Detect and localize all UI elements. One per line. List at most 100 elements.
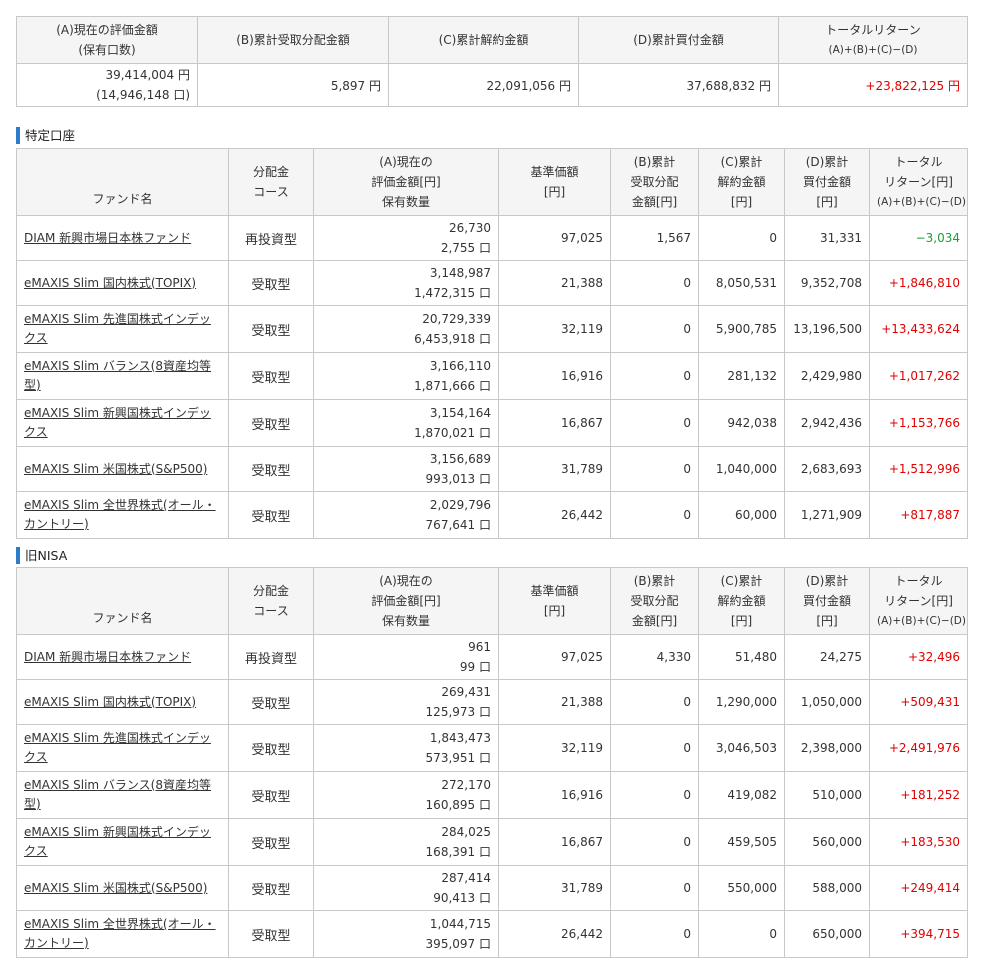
- valuation-amount: 961: [468, 640, 491, 654]
- distribution-course: 受取型: [228, 260, 314, 306]
- distribution-cell: 0: [610, 771, 699, 819]
- holding-units: 1,871,666 口: [414, 379, 491, 393]
- nav-cell: 16,916: [498, 352, 611, 400]
- total-return-cell: +1,153,766: [869, 399, 968, 447]
- total-return-cell: +181,252: [869, 771, 968, 819]
- fund-name-cell: eMAXIS Slim 先進国株式インデックス: [16, 724, 229, 772]
- total-return-cell: −3,034: [869, 215, 968, 261]
- fund-name-link[interactable]: eMAXIS Slim バランス(8資産均等型): [24, 357, 221, 395]
- distribution-cell: 1,567: [610, 215, 699, 261]
- header-fund-name: ファンド名: [16, 567, 229, 635]
- nav-cell: 16,867: [498, 818, 611, 866]
- purchase-cell: 510,000: [784, 771, 870, 819]
- table-row: eMAXIS Slim バランス(8資産均等型) 受取型 3,166,110 1,87…: [16, 352, 968, 400]
- table-row: eMAXIS Slim 国内株式(TOPIX) 受取型 269,431 125,973…: [16, 679, 968, 725]
- cancellation-cell: 5,900,785: [698, 305, 785, 353]
- fund-name-link[interactable]: eMAXIS Slim 新興国株式インデックス: [24, 823, 221, 861]
- header-cancellation: (C)累計 解約金額 [円]: [698, 148, 785, 216]
- nav-cell: 97,025: [498, 215, 611, 261]
- holding-units: 168,391 口: [425, 845, 491, 859]
- fund-name-cell: eMAXIS Slim 全世界株式(オール・カントリー): [16, 491, 229, 539]
- purchase-cell: 9,352,708: [784, 260, 870, 306]
- table-row: eMAXIS Slim 米国株式(S&P500) 受取型 287,414 90,413…: [16, 865, 968, 911]
- fund-name-link[interactable]: eMAXIS Slim 新興国株式インデックス: [24, 404, 221, 442]
- total-return-cell: +509,431: [869, 679, 968, 725]
- fund-rows-nisa: DIAM 新興市場日本株ファンド 再投資型 961 99 口 97,025 4,330 51…: [16, 634, 968, 958]
- fund-name-link[interactable]: eMAXIS Slim バランス(8資産均等型): [24, 776, 221, 814]
- cancellation-cell: 942,038: [698, 399, 785, 447]
- cancellation-cell: 1,040,000: [698, 446, 785, 492]
- holding-units: 395,097 口: [425, 937, 491, 951]
- fund-name-cell: DIAM 新興市場日本株ファンド: [16, 215, 229, 261]
- fund-name-link[interactable]: eMAXIS Slim 国内株式(TOPIX): [24, 693, 221, 712]
- cancellation-cell: 281,132: [698, 352, 785, 400]
- cancellation-cell: 419,082: [698, 771, 785, 819]
- fund-table-tokutei: ファンド名 分配金 コース (A)現在の 評価金額[円] 保有数量 基準価額 […: [16, 148, 968, 539]
- summary-total-return: +23,822,125 円: [778, 63, 968, 107]
- purchase-cell: 1,050,000: [784, 679, 870, 725]
- purchase-cell: 2,942,436: [784, 399, 870, 447]
- header-distribution: (B)累計 受取分配 金額[円]: [610, 148, 699, 216]
- cancellation-cell: 459,505: [698, 818, 785, 866]
- summary-table: (A)現在の評価金額 (保有口数) (B)累計受取分配金額 (C)累計解約金額 …: [16, 16, 968, 107]
- total-return-cell: +1,512,996: [869, 446, 968, 492]
- fund-name-link[interactable]: eMAXIS Slim 米国株式(S&P500): [24, 460, 221, 479]
- nav-cell: 21,388: [498, 679, 611, 725]
- fund-name-link[interactable]: eMAXIS Slim 全世界株式(オール・カントリー): [24, 496, 221, 534]
- fund-table-nisa: ファンド名 分配金 コース (A)現在の 評価金額[円] 保有数量 基準価額 […: [16, 567, 968, 958]
- fund-name-link[interactable]: eMAXIS Slim 国内株式(TOPIX): [24, 274, 221, 293]
- fund-name-link[interactable]: eMAXIS Slim 先進国株式インデックス: [24, 729, 221, 767]
- distribution-cell: 0: [610, 352, 699, 400]
- purchase-cell: 1,271,909: [784, 491, 870, 539]
- nav-cell: 16,916: [498, 771, 611, 819]
- purchase-cell: 650,000: [784, 910, 870, 958]
- nav-cell: 31,789: [498, 865, 611, 911]
- header-course: 分配金 コース: [228, 567, 314, 635]
- valuation-cell: 3,154,164 1,870,021 口: [313, 399, 499, 447]
- distribution-course: 受取型: [228, 399, 314, 447]
- total-return-cell: +394,715: [869, 910, 968, 958]
- purchase-cell: 31,331: [784, 215, 870, 261]
- summary-purchase: 37,688,832 円: [578, 63, 779, 107]
- valuation-amount: 3,154,164: [429, 406, 491, 420]
- header-nav: 基準価額 [円]: [498, 148, 611, 216]
- purchase-cell: 2,683,693: [784, 446, 870, 492]
- total-return-cell: +13,433,624: [869, 305, 968, 353]
- fund-name-link[interactable]: eMAXIS Slim 全世界株式(オール・カントリー): [24, 915, 221, 953]
- purchase-cell: 24,275: [784, 634, 870, 680]
- distribution-course: 再投資型: [228, 634, 314, 680]
- valuation-cell: 26,730 2,755 口: [313, 215, 499, 261]
- fund-name-link[interactable]: DIAM 新興市場日本株ファンド: [24, 229, 221, 248]
- valuation-amount: 287,414: [441, 871, 491, 885]
- header-purchase: (D)累計 買付金額 [円]: [784, 567, 870, 635]
- distribution-cell: 0: [610, 260, 699, 306]
- fund-name-link[interactable]: eMAXIS Slim 米国株式(S&P500): [24, 879, 221, 898]
- fund-name-link[interactable]: DIAM 新興市場日本株ファンド: [24, 648, 221, 667]
- cancellation-cell: 0: [698, 215, 785, 261]
- total-return-cell: +1,846,810: [869, 260, 968, 306]
- valuation-amount: 1,044,715: [429, 917, 491, 931]
- distribution-cell: 4,330: [610, 634, 699, 680]
- valuation-amount: 2,029,796: [429, 498, 491, 512]
- holding-units: 573,951 口: [425, 751, 491, 765]
- fund-name-cell: eMAXIS Slim 米国株式(S&P500): [16, 865, 229, 911]
- distribution-cell: 0: [610, 446, 699, 492]
- summary-valuation: 39,414,004 円 (14,946,148 口): [16, 63, 198, 107]
- valuation-amount: 284,025: [441, 825, 491, 839]
- purchase-cell: 2,429,980: [784, 352, 870, 400]
- distribution-course: 受取型: [228, 491, 314, 539]
- summary-cancellation: 22,091,056 円: [388, 63, 579, 107]
- nav-cell: 21,388: [498, 260, 611, 306]
- distribution-cell: 0: [610, 818, 699, 866]
- valuation-amount: 3,148,987: [429, 266, 491, 280]
- holding-units: 2,755 口: [440, 241, 491, 255]
- section-title-nisa: 旧NISA: [16, 547, 67, 564]
- fund-name-cell: DIAM 新興市場日本株ファンド: [16, 634, 229, 680]
- distribution-course: 受取型: [228, 910, 314, 958]
- nav-cell: 26,442: [498, 491, 611, 539]
- fund-name-link[interactable]: eMAXIS Slim 先進国株式インデックス: [24, 310, 221, 348]
- distribution-cell: 0: [610, 491, 699, 539]
- summary-header-cancellation: (C)累計解約金額: [388, 16, 579, 64]
- valuation-cell: 961 99 口: [313, 634, 499, 680]
- table-row: eMAXIS Slim 先進国株式インデックス 受取型 20,729,339 6,45…: [16, 305, 968, 353]
